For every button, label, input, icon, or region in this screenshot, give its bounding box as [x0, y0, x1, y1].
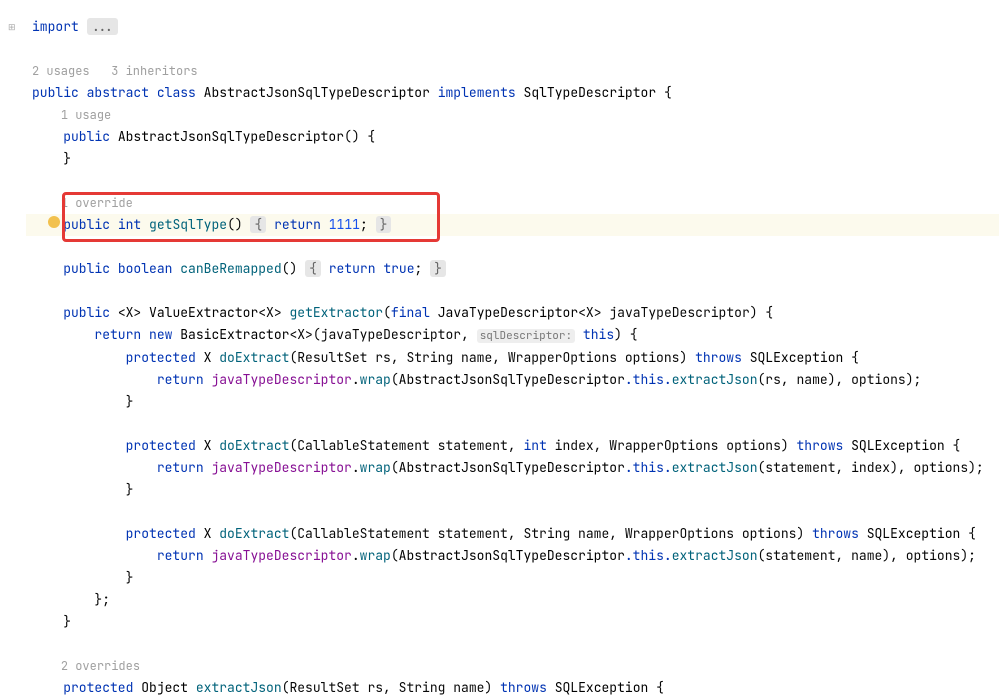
code-line[interactable]: ⊞import ...	[26, 16, 999, 38]
code-line[interactable]: return javaTypeDescriptor.wrap(AbstractJ…	[26, 457, 999, 479]
folded-region[interactable]: ...	[87, 18, 118, 35]
code-line[interactable]: }	[26, 391, 999, 413]
usage-hint[interactable]: 2 usages 3 inheritors	[26, 60, 999, 82]
code-line[interactable]: protected X doExtract(ResultSet rs, Stri…	[26, 347, 999, 369]
code-line[interactable]: public <X> ValueExtractor<X> getExtracto…	[26, 302, 999, 324]
fold-expand-icon[interactable]: ⊞	[8, 16, 20, 38]
code-line[interactable]: return new BasicExtractor<X>(javaTypeDes…	[26, 324, 999, 347]
code-line[interactable]: protected X doExtract(CallableStatement …	[26, 523, 999, 545]
blank-line[interactable]	[26, 413, 999, 435]
code-line[interactable]: public abstract class AbstractJsonSqlTyp…	[26, 82, 999, 104]
code-line[interactable]: }	[26, 148, 999, 170]
blank-line[interactable]	[26, 236, 999, 258]
blank-line[interactable]	[26, 38, 999, 60]
warning-icon[interactable]	[48, 216, 60, 228]
blank-line[interactable]	[26, 280, 999, 302]
code-line[interactable]: }	[26, 611, 999, 633]
code-editor[interactable]: ⊞import ... 2 usages 3 inheritors public…	[0, 0, 999, 690]
blank-line[interactable]	[26, 501, 999, 523]
code-line[interactable]: public AbstractJsonSqlTypeDescriptor() {	[26, 126, 999, 148]
code-line[interactable]: public boolean canBeRemapped() { return …	[26, 258, 999, 280]
gutter	[0, 0, 24, 690]
code-line[interactable]: };	[26, 589, 999, 611]
inlay-hint: sqlDescriptor:	[477, 329, 575, 343]
code-line[interactable]: protected Object extractJson(ResultSet r…	[26, 677, 999, 699]
code-area[interactable]: ⊞import ... 2 usages 3 inheritors public…	[24, 0, 999, 690]
code-line[interactable]: return javaTypeDescriptor.wrap(AbstractJ…	[26, 545, 999, 567]
code-line[interactable]: protected X doExtract(CallableStatement …	[26, 435, 999, 457]
code-line[interactable]: }	[26, 479, 999, 501]
code-line-highlighted[interactable]: public int getSqlType() { return 1111; }	[26, 214, 999, 236]
override-hint[interactable]: 2 overrides	[26, 655, 999, 677]
code-line[interactable]: }	[26, 567, 999, 589]
code-line[interactable]: return javaTypeDescriptor.wrap(AbstractJ…	[26, 369, 999, 391]
usage-hint[interactable]: 1 usage	[26, 104, 999, 126]
blank-line[interactable]	[26, 633, 999, 655]
blank-line[interactable]	[26, 170, 999, 192]
override-hint[interactable]: 1 override	[26, 192, 999, 214]
